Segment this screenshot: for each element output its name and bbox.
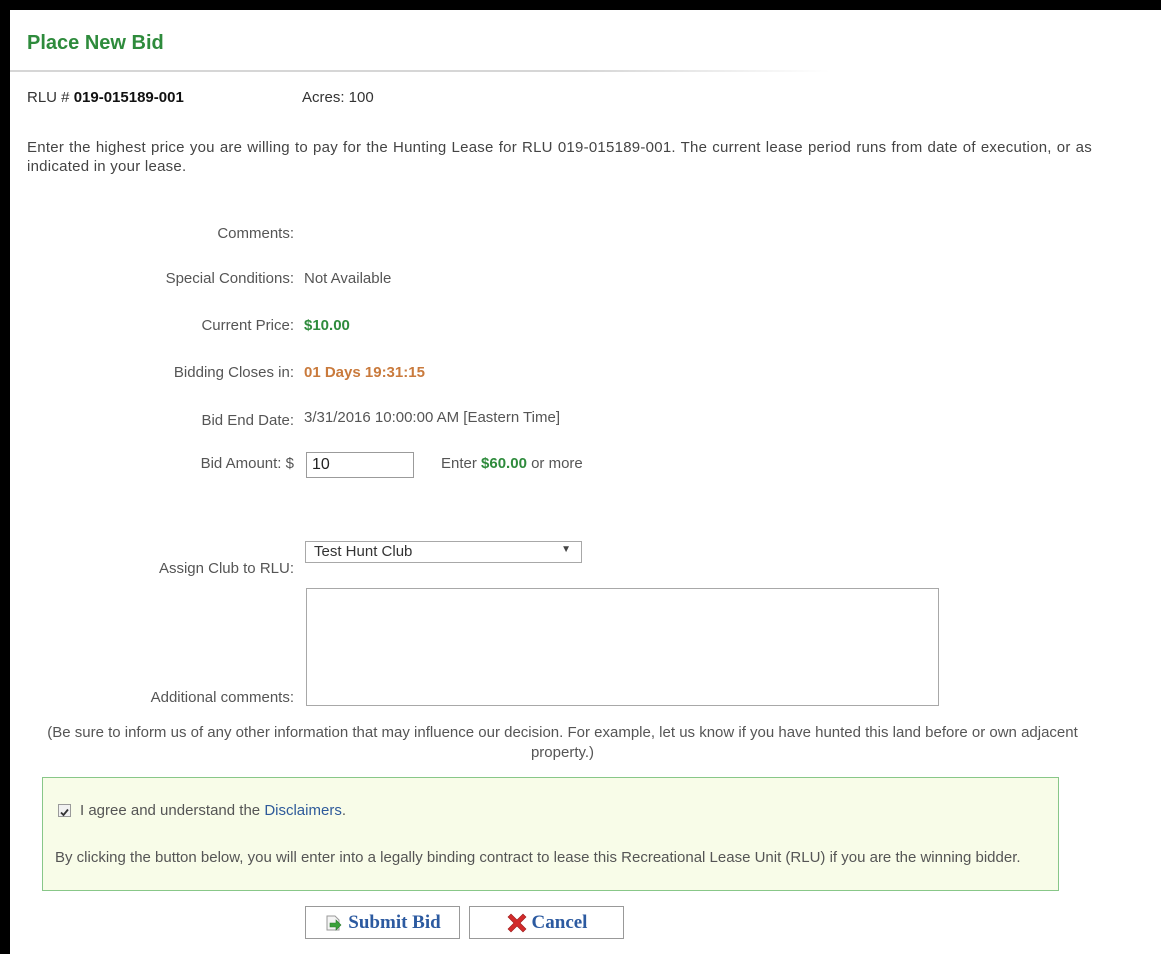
additional-comments-label: Additional comments: — [150, 689, 294, 706]
agree-text: I agree and understand the Disclaimers. — [80, 802, 346, 819]
cancel-button[interactable]: Cancel — [469, 906, 624, 939]
submit-bid-label: Submit Bid — [348, 911, 441, 933]
page-title: Place New Bid — [27, 32, 164, 54]
comments-label: Comments: — [217, 225, 294, 242]
rlu-value: 019-015189-001 — [73, 89, 184, 106]
title-divider — [10, 70, 830, 72]
arrow-right-icon — [326, 915, 342, 931]
place-bid-panel: Place New Bid RLU # 019-015189-001 Acres… — [10, 10, 1161, 954]
additional-comments-textarea[interactable] — [306, 588, 939, 706]
agree-checkbox[interactable] — [58, 804, 71, 817]
bidding-closes-label: Bidding Closes in: — [173, 364, 294, 381]
disclaimers-link[interactable]: Disclaimers — [264, 802, 342, 819]
club-select-value: Test Hunt Club — [314, 543, 413, 560]
comments-hint: (Be sure to inform us of any other infor… — [47, 724, 1078, 761]
minimum-bid-prefix: Enter — [441, 455, 477, 472]
assign-club-label: Assign Club to RLU: — [158, 560, 294, 577]
agree-suffix: . — [341, 802, 346, 819]
cancel-label: Cancel — [531, 911, 588, 933]
club-select[interactable]: Test Hunt Club ▼ — [305, 541, 582, 563]
bid-end-date-value: 3/31/2016 10:00:00 AM [Eastern Time] — [304, 409, 560, 426]
acres: Acres: 100 — [302, 89, 374, 106]
rlu-number: RLU # 019-015189-001 — [27, 89, 184, 106]
x-icon — [507, 913, 526, 932]
intro-text: Enter the highest price you are willing … — [27, 139, 1092, 175]
bidding-closes-countdown: 01 Days 19:31:15 — [304, 364, 425, 381]
bid-amount-input[interactable] — [306, 452, 414, 478]
special-conditions-value: Not Available — [304, 270, 392, 287]
current-price-value: $10.00 — [304, 317, 350, 334]
bid-end-date-label: Bid End Date: — [201, 412, 294, 429]
minimum-bid-suffix: or more — [531, 455, 583, 472]
minimum-bid-value: $60.00 — [481, 455, 527, 472]
checkmark-icon — [60, 808, 69, 817]
agreement-box: I agree and understand the Disclaimers. … — [42, 777, 1059, 891]
submit-bid-button[interactable]: Submit Bid — [305, 906, 460, 939]
special-conditions-label: Special Conditions: — [165, 270, 294, 287]
rlu-label: RLU # — [27, 89, 74, 106]
legal-text: By clicking the button below, you will e… — [55, 849, 1021, 866]
dropdown-arrow-icon: ▼ — [561, 544, 571, 555]
bid-amount-label: Bid Amount: $ — [200, 455, 294, 472]
agree-prefix: I agree and understand the — [80, 802, 261, 819]
current-price-label: Current Price: — [201, 317, 294, 334]
minimum-bid-hint: Enter $60.00 or more — [441, 455, 583, 472]
